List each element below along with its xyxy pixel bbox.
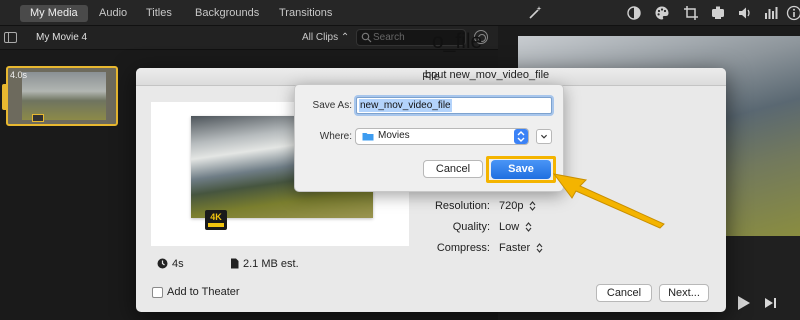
duration-value: 4s <box>172 258 184 270</box>
4k-badge-icon: 4K <box>205 210 227 230</box>
compress-select[interactable]: Faster <box>499 242 543 254</box>
resolution-label: Resolution: <box>434 200 490 212</box>
save-as-label: Save As: <box>312 100 352 111</box>
file-size-value: 2.1 MB est. <box>243 258 299 270</box>
clip-image <box>22 72 106 120</box>
where-label: Where: <box>319 131 352 142</box>
folder-icon <box>362 133 374 141</box>
stepper-icon <box>536 243 543 253</box>
quality-value: Low <box>499 221 520 233</box>
sheet-cancel-button[interactable]: Cancel <box>596 284 652 302</box>
crop-icon[interactable] <box>683 5 699 21</box>
volume-icon[interactable] <box>737 5 753 21</box>
pointer-arrow-icon <box>552 173 665 229</box>
video-title[interactable]: o_file <box>432 30 482 54</box>
tab-titles[interactable]: Titles <box>136 5 182 22</box>
sidebar-toggle-icon[interactable] <box>4 32 17 43</box>
add-to-theater-checkbox[interactable] <box>152 287 163 298</box>
where-dropdown-icon[interactable] <box>514 129 528 144</box>
project-name: My Movie 4 <box>36 32 88 43</box>
save-as-field[interactable]: new_mov_video_file <box>356 97 552 114</box>
resolution-value: 720p <box>499 200 524 212</box>
expand-dialog-button[interactable] <box>536 129 552 144</box>
tab-transitions[interactable]: Transitions <box>269 5 342 22</box>
next-button[interactable]: Next... <box>659 284 709 302</box>
camera-icon[interactable] <box>710 5 726 21</box>
compress-value: Faster <box>499 242 531 254</box>
quality-label: Quality: <box>452 221 490 233</box>
add-to-theater-label: Add to Theater <box>167 286 240 298</box>
tab-audio[interactable]: Audio <box>89 5 137 22</box>
tab-backgrounds[interactable]: Backgrounds <box>185 5 269 22</box>
chevron-down-icon <box>541 134 547 139</box>
clip-filter-select[interactable]: All Clips ⌃ <box>302 32 349 43</box>
where-value: Movies <box>378 130 410 141</box>
skip-forward-icon[interactable] <box>764 297 778 309</box>
stepper-icon <box>525 222 532 232</box>
play-icon[interactable] <box>738 296 750 310</box>
clip-thumbnail[interactable]: 4.0s <box>6 66 118 126</box>
tab-my-media[interactable]: My Media <box>20 5 88 22</box>
save-as-input[interactable]: new_mov_video_file <box>359 99 452 112</box>
quality-select[interactable]: Low <box>499 221 532 233</box>
badge-4k-label: 4K <box>210 212 222 222</box>
equalizer-icon[interactable] <box>763 5 779 21</box>
media-toolbar: My Media Audio Titles Backgrounds Transi… <box>0 0 800 26</box>
dialog-cancel-button[interactable]: Cancel <box>423 160 483 178</box>
clip-filter-label: All Clips <box>302 32 339 43</box>
search-icon <box>361 32 372 43</box>
magic-wand-icon[interactable] <box>527 5 543 21</box>
stepper-icon <box>530 201 536 211</box>
file-icon <box>231 258 239 269</box>
save-button[interactable]: Save <box>491 160 551 179</box>
video-description[interactable]: bout new_mov_video_file <box>425 69 549 81</box>
clip-duration: 4.0s <box>10 70 28 80</box>
info-icon[interactable] <box>786 5 800 21</box>
palette-icon[interactable] <box>654 5 670 21</box>
resolution-select[interactable]: 720p <box>499 200 536 212</box>
clip-badge-icon <box>32 114 44 122</box>
clock-icon <box>157 258 168 269</box>
compress-label: Compress: <box>436 242 490 254</box>
color-balance-icon[interactable] <box>626 5 642 21</box>
